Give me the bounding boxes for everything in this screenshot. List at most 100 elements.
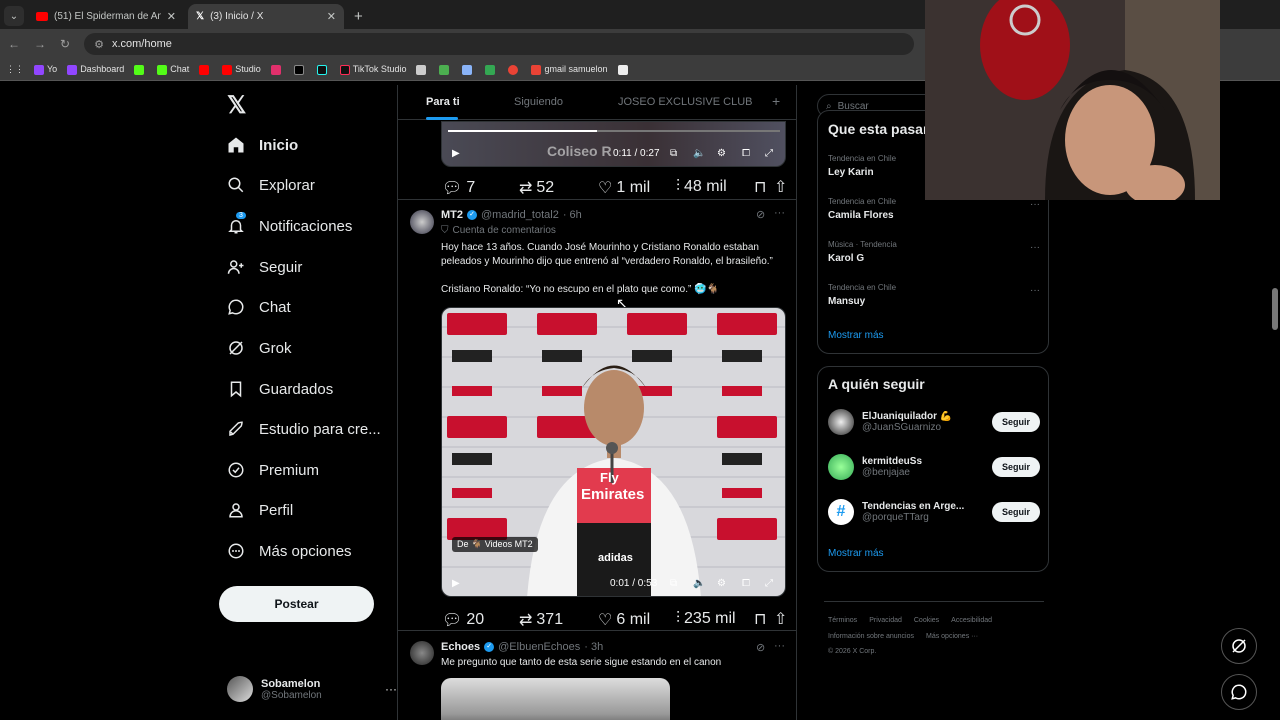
like-button[interactable]: ♡ 1 mil (598, 178, 650, 198)
post-button[interactable]: Postear (219, 586, 374, 622)
follow-button[interactable]: Seguir (991, 457, 1040, 477)
more-dots-icon[interactable]: ··· (1030, 285, 1040, 296)
reload-icon[interactable]: ↻ (60, 37, 70, 51)
tweet-author-handle[interactable]: @madrid_total2 (481, 209, 559, 221)
play-icon[interactable]: ▶ (452, 578, 460, 589)
x-logo-icon[interactable]: 𝕏 (227, 91, 246, 120)
chat-float-button[interactable] (1221, 674, 1257, 710)
sidebar-item-grok[interactable]: Grok (227, 333, 292, 363)
site-info-icon[interactable]: ⚙ (94, 38, 104, 51)
bookmark-youtube[interactable] (199, 64, 212, 75)
video-player[interactable]: Fly Emirates adidas De 🐐 Videos MT2 ▶ 0:… (441, 307, 786, 597)
follow-button[interactable]: Seguir (991, 502, 1040, 522)
account-switcher[interactable]: Sobamelon @Sobamelon ··· (227, 674, 397, 704)
bookmark-gmail[interactable]: gmail samuelon (531, 64, 608, 75)
views-button[interactable]: ⫶ 235 mil (676, 610, 736, 628)
grok-icon[interactable]: ⊘ (756, 208, 765, 221)
retweet-button[interactable]: ⇄ 52 (519, 178, 554, 198)
volume-icon[interactable]: 🔈 (693, 148, 705, 159)
captions-icon[interactable]: ⧉ (670, 148, 677, 159)
captions-icon[interactable]: ⧉ (670, 578, 677, 589)
bookmark-misc-6[interactable] (617, 64, 631, 75)
bookmark-kick[interactable] (134, 64, 147, 75)
bookmark-button[interactable]: ⊓ (754, 609, 766, 629)
bookmark-tiktok-studio[interactable]: TikTok Studio (339, 64, 406, 75)
sidebar-item-inicio[interactable]: Inicio (227, 130, 298, 160)
tab-para-ti[interactable]: Para ti (426, 96, 460, 108)
tweet-age[interactable]: · 3h (584, 641, 603, 653)
browser-tab-youtube[interactable]: (51) El Spiderman de Andrew G ✕ (28, 4, 184, 29)
bookmark-dashboard[interactable]: Dashboard (67, 64, 124, 75)
trend-item[interactable]: Tendencia en Chile Camila Flores ··· (828, 197, 1040, 221)
more-dots-icon[interactable]: ··· (1030, 242, 1040, 253)
scrollbar[interactable] (1272, 288, 1278, 330)
follow-button[interactable]: Seguir (991, 412, 1040, 432)
tab-siguiendo[interactable]: Siguiendo (514, 96, 563, 108)
footer-link[interactable]: Información sobre anuncios (828, 633, 914, 640)
sidebar-item-estudio[interactable]: Estudio para cre... (227, 414, 381, 444)
footer-link[interactable]: Más opciones ··· (926, 633, 978, 640)
footer-link[interactable]: Términos (828, 617, 857, 624)
tweet-author-handle[interactable]: @ElbuenEchoes (498, 641, 580, 653)
show-more-trends-link[interactable]: Mostrar más (828, 330, 884, 341)
reply-button[interactable]: 💬︎ 7 (442, 178, 475, 198)
tweet-avatar[interactable] (410, 641, 434, 665)
volume-icon[interactable]: 🔈 (693, 578, 705, 589)
tweet-age[interactable]: · 6h (563, 209, 582, 221)
video-player[interactable]: Coliseo R ▶ 0:11 / 0:27 ⧉ 🔈 ⚙ ⧠ ⤢ (441, 121, 786, 167)
sidebar-item-notificaciones[interactable]: 3 Notificaciones (227, 211, 352, 241)
close-tab-icon[interactable]: ✕ (167, 10, 176, 23)
bookmark-yo[interactable]: Yo (34, 64, 57, 75)
sidebar-item-guardados[interactable]: Guardados (227, 374, 333, 404)
trend-item[interactable]: Música · Tendencia Karol G ··· (828, 240, 1040, 264)
bookmark-misc-4[interactable] (485, 64, 498, 75)
play-icon[interactable]: ▶ (452, 148, 460, 159)
footer-link[interactable]: Accesibilidad (951, 617, 992, 624)
bookmark-x[interactable] (293, 64, 307, 75)
more-dots-icon[interactable]: ··· (1030, 199, 1040, 210)
close-tab-icon[interactable]: ✕ (327, 10, 336, 23)
new-tab-button[interactable]: + (354, 8, 363, 25)
tab-search-button[interactable]: ⌄ (4, 6, 24, 26)
like-button[interactable]: ♡ 6 mil (598, 610, 650, 630)
settings-icon[interactable]: ⚙ (717, 148, 726, 159)
sidebar-item-explorar[interactable]: Explorar (227, 170, 315, 200)
sidebar-item-premium[interactable]: Premium (227, 455, 319, 485)
address-bar[interactable]: ⚙ x.com/home (84, 33, 915, 55)
video-progress-bar[interactable] (448, 130, 780, 132)
sidebar-item-seguir[interactable]: Seguir (227, 252, 302, 282)
trend-item[interactable]: Tendencia en Chile Mansuy ··· (828, 283, 1040, 307)
more-dots-icon[interactable]: ··· (774, 640, 785, 652)
sidebar-item-perfil[interactable]: Perfil (227, 495, 293, 525)
bookmark-chat[interactable]: Chat (157, 64, 189, 75)
sidebar-item-chat[interactable]: Chat (227, 292, 291, 322)
tweet-image[interactable] (441, 678, 670, 720)
bookmark-button[interactable]: ⊓ (754, 177, 766, 197)
follow-suggestion[interactable]: ElJuaniquilador 💪 @JuanSGuarnizo Seguir (828, 406, 1040, 438)
apps-icon[interactable]: ⋮⋮ (6, 64, 24, 75)
footer-link[interactable]: Privacidad (869, 617, 902, 624)
browser-tab-x[interactable]: 𝕏 (3) Inicio / X ✕ (188, 4, 344, 29)
bookmark-tiktok[interactable] (316, 64, 330, 75)
more-dots-icon[interactable]: ··· (774, 207, 785, 219)
tweet-author-name[interactable]: MT2 (441, 209, 463, 221)
back-icon[interactable]: ← (8, 37, 20, 51)
grok-icon[interactable]: ⊘ (756, 641, 765, 654)
bookmark-misc-2[interactable] (439, 64, 452, 75)
share-button[interactable]: ⇧ (774, 609, 787, 629)
sidebar-item-mas-opciones[interactable]: Más opciones (227, 536, 352, 566)
bookmark-misc-5[interactable] (508, 64, 521, 75)
popout-icon[interactable]: ⧠ (742, 578, 750, 589)
bookmark-misc-1[interactable] (416, 64, 429, 75)
fullscreen-icon[interactable]: ⤢ (765, 578, 773, 589)
bookmark-studio[interactable]: Studio (222, 64, 261, 75)
share-button[interactable]: ⇧ (774, 177, 787, 197)
bookmark-misc-3[interactable] (462, 64, 475, 75)
reply-button[interactable]: 💬︎ 20 (442, 610, 484, 630)
grok-float-button[interactable] (1221, 628, 1257, 664)
show-more-follow-link[interactable]: Mostrar más (828, 548, 884, 559)
video-source-label[interactable]: De 🐐 Videos MT2 (452, 537, 538, 552)
views-button[interactable]: ⫶ 48 mil (676, 178, 727, 196)
bookmark-instagram[interactable] (270, 64, 284, 75)
retweet-button[interactable]: ⇄ 371 (519, 610, 563, 630)
